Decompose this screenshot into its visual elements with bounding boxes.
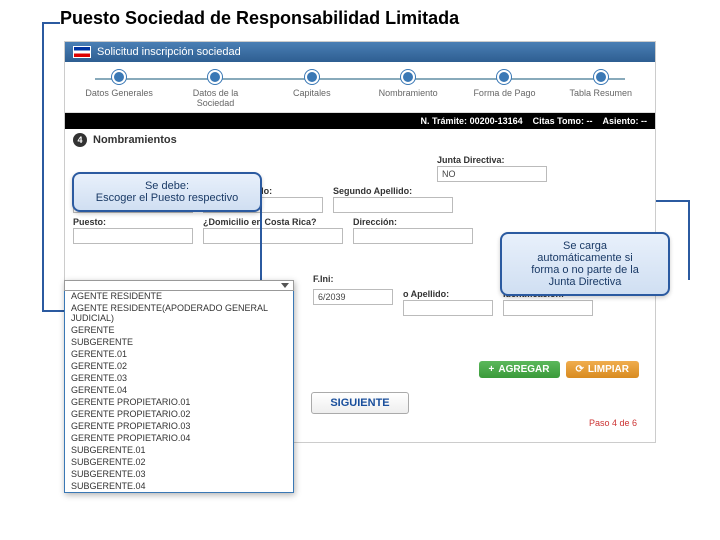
siguiente-button[interactable]: SIGUIENTE — [311, 392, 408, 414]
status-bar: N. Trámite: 00200-13164 Citas Tomo: -- A… — [65, 113, 655, 129]
window-titlebar: Solicitud inscripción sociedad — [65, 42, 655, 62]
chevron-down-icon — [281, 283, 289, 288]
direccion-input[interactable] — [353, 228, 473, 244]
connector — [42, 22, 44, 312]
callout-junta: Se carga automáticamente si forma o no p… — [500, 232, 670, 296]
callout-puesto: Se debe: Escoger el Puesto respectivo — [72, 172, 262, 212]
dropdown-option[interactable]: GERENTE — [65, 324, 293, 336]
dropdown-option[interactable]: GERENTE PROPIETARIO.04 — [65, 432, 293, 444]
direccion-label: Dirección: — [353, 217, 473, 227]
dropdown-option[interactable]: GERENTE.02 — [65, 360, 293, 372]
dropdown-option[interactable]: GERENTE.03 — [65, 372, 293, 384]
domicilio-label: ¿Domicilio en Costa Rica? — [203, 217, 343, 227]
page-title: Puesto Sociedad de Responsabilidad Limit… — [0, 0, 720, 41]
step-forma-pago[interactable]: Forma de Pago — [464, 70, 544, 108]
dropdown-option[interactable]: SUBGERENTE.01 — [65, 444, 293, 456]
identificacion-input[interactable] — [503, 300, 593, 316]
dropdown-option[interactable]: GERENTE PROPIETARIO.01 — [65, 396, 293, 408]
dropdown-option[interactable]: GERENTE PROPIETARIO.03 — [65, 420, 293, 432]
dropdown-option[interactable]: AGENTE RESIDENTE — [65, 290, 293, 302]
puesto-dropdown[interactable]: AGENTE RESIDENTEAGENTE RESIDENTE(APODERA… — [64, 280, 294, 493]
section-title: Nombramientos — [93, 134, 177, 146]
fini-label: F.Ini: — [313, 274, 393, 284]
connector — [688, 200, 690, 280]
flag-icon — [73, 46, 91, 58]
dropdown-option[interactable]: GERENTE.04 — [65, 384, 293, 396]
connector — [42, 22, 60, 24]
junta-label: Junta Directiva: — [437, 155, 547, 165]
window-title: Solicitud inscripción sociedad — [97, 46, 241, 58]
agregar-button[interactable]: +AGREGAR — [479, 361, 560, 378]
plus-icon: + — [489, 364, 495, 375]
step-datos-sociedad[interactable]: Datos de la Sociedad — [175, 70, 255, 108]
puesto-label: Puesto: — [73, 217, 193, 227]
refresh-icon: ⟳ — [576, 364, 584, 375]
dropdown-option[interactable]: AGENTE RESIDENTE(APODERADO GENERAL JUDIC… — [65, 302, 293, 324]
section-header: 4 Nombramientos — [65, 129, 655, 151]
segundo-apellido-input[interactable] — [333, 197, 453, 213]
apellido-label: o Apellido: — [403, 289, 493, 299]
step-capitales[interactable]: Capitales — [272, 70, 352, 108]
dropdown-option[interactable]: SUBGERENTE.02 — [65, 456, 293, 468]
stepper: Datos Generales Datos de la Sociedad Cap… — [65, 62, 655, 113]
puesto-input[interactable] — [73, 228, 193, 244]
limpiar-button[interactable]: ⟳LIMPIAR — [566, 361, 640, 378]
step-tabla-resumen[interactable]: Tabla Resumen — [561, 70, 641, 108]
step-datos-generales[interactable]: Datos Generales — [79, 70, 159, 108]
segundo-apellido-label: Segundo Apellido: — [333, 186, 453, 196]
dropdown-option[interactable]: SUBGERENTE — [65, 336, 293, 348]
domicilio-input[interactable] — [203, 228, 343, 244]
connector — [260, 196, 262, 284]
junta-directiva-value: NO — [437, 166, 547, 182]
date-value: 6/2039 — [313, 289, 393, 305]
dropdown-option[interactable]: GERENTE PROPIETARIO.02 — [65, 408, 293, 420]
section-number: 4 — [73, 133, 87, 147]
dropdown-option[interactable]: GERENTE.01 — [65, 348, 293, 360]
step-nombramiento[interactable]: Nombramiento — [368, 70, 448, 108]
connector — [42, 310, 66, 312]
apellido2-input[interactable] — [403, 300, 493, 316]
dropdown-option[interactable]: SUBGERENTE.04 — [65, 480, 293, 492]
dropdown-option[interactable]: SUBGERENTE.03 — [65, 468, 293, 480]
